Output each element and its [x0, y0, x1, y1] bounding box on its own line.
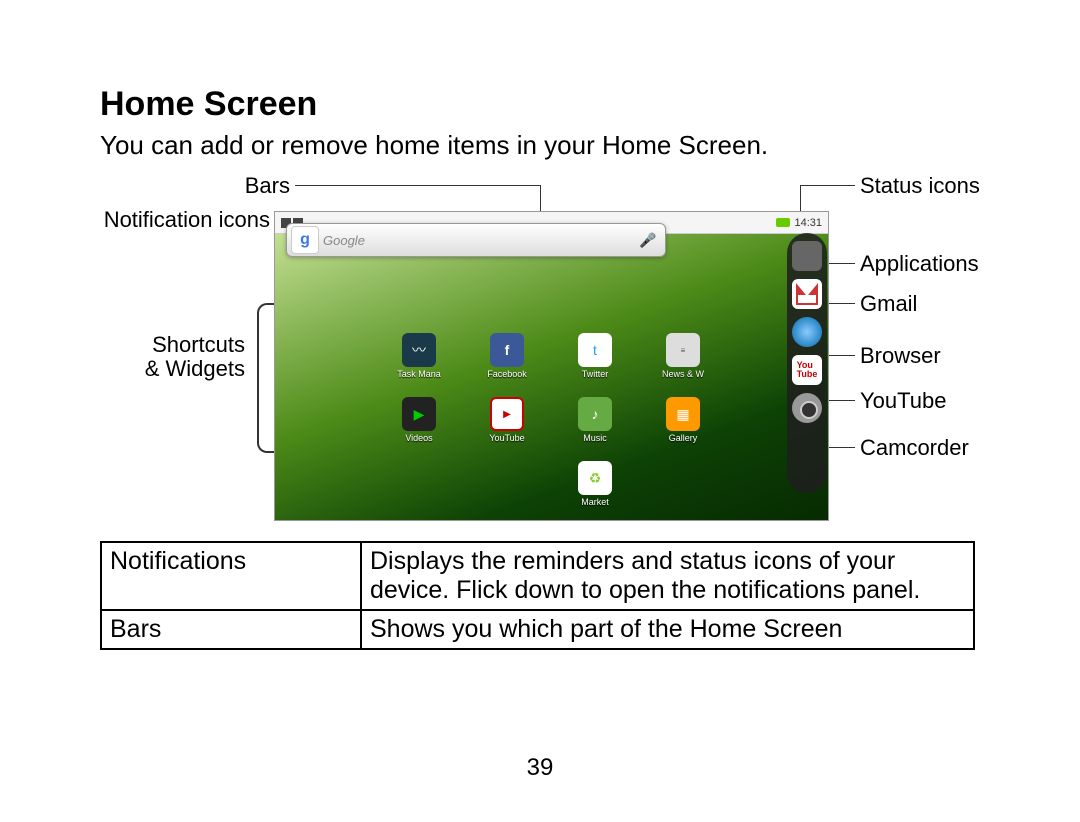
cell-description: Shows you which part of the Home Screen: [361, 610, 974, 649]
label-browser: Browser: [860, 343, 941, 369]
camcorder-icon[interactable]: [792, 393, 822, 423]
clock: 14:31: [794, 217, 822, 229]
dock: You Tube: [787, 233, 827, 493]
label-shortcuts-widgets: Shortcuts & Widgets: [90, 333, 245, 381]
label-status-icons: Status icons: [860, 173, 980, 199]
brace-icon: [257, 303, 275, 453]
applications-icon[interactable]: [792, 241, 822, 271]
app-youtube[interactable]: ▶YouTube: [463, 397, 551, 461]
cell-description: Displays the reminders and status icons …: [361, 542, 974, 610]
search-placeholder: Google: [323, 233, 365, 248]
page-number: 39: [0, 754, 1080, 782]
app-videos[interactable]: ▶Videos: [375, 397, 463, 461]
label-camcorder: Camcorder: [860, 435, 969, 461]
cell-feature: Bars: [101, 610, 361, 649]
label-notification-icons: Notification icons: [90, 207, 270, 233]
app-gallery[interactable]: ▦Gallery: [639, 397, 727, 461]
label-applications: Applications: [860, 251, 979, 277]
mic-icon[interactable]: 🎤: [634, 226, 662, 254]
app-grid: 〰Task Mana fFacebook tTwitter ≡News & W …: [375, 333, 727, 525]
description-table: Notifications Displays the reminders and…: [100, 541, 975, 650]
label-gmail: Gmail: [860, 291, 917, 317]
app-task-manager[interactable]: 〰Task Mana: [375, 333, 463, 397]
app-facebook[interactable]: fFacebook: [463, 333, 551, 397]
youtube-icon[interactable]: You Tube: [792, 355, 822, 385]
app-twitter[interactable]: tTwitter: [551, 333, 639, 397]
app-music[interactable]: ♪Music: [551, 397, 639, 461]
google-icon: g: [291, 226, 319, 254]
home-screen-diagram: Bars Notification icons Shortcuts & Widg…: [100, 173, 980, 533]
page-title: Home Screen: [100, 85, 985, 124]
table-row: Bars Shows you which part of the Home Sc…: [101, 610, 974, 649]
intro-text: You can add or remove home items in your…: [100, 130, 985, 161]
table-row: Notifications Displays the reminders and…: [101, 542, 974, 610]
gmail-icon[interactable]: [792, 279, 822, 309]
label-youtube: YouTube: [860, 388, 946, 414]
label-bars: Bars: [170, 173, 290, 199]
cell-feature: Notifications: [101, 542, 361, 610]
browser-icon[interactable]: [792, 317, 822, 347]
battery-icon: [776, 218, 790, 227]
app-market[interactable]: ♻Market: [551, 461, 639, 525]
app-news[interactable]: ≡News & W: [639, 333, 727, 397]
search-bar[interactable]: g Google 🎤: [286, 223, 666, 257]
